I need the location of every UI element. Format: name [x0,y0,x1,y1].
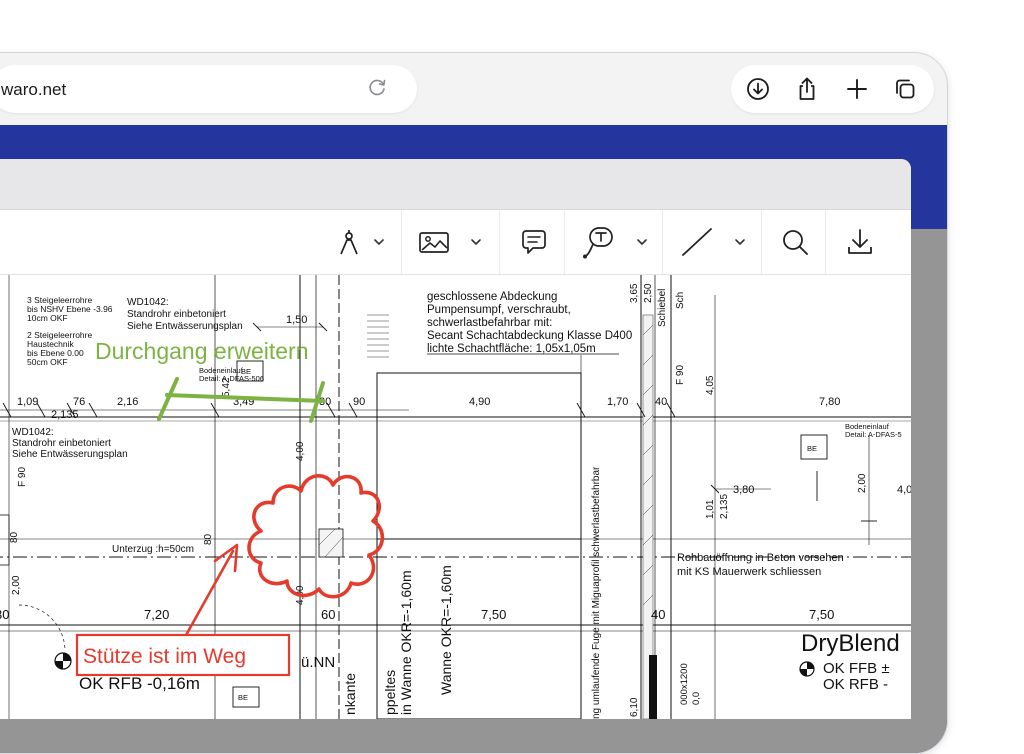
dim-1-70: 1,70 [607,396,628,408]
note-wd-left-l2: Standrohr einbetoniert [12,438,111,449]
download-icon[interactable] [744,75,772,103]
dim-30b: 30 [0,607,9,622]
dim-6-10: 6,10 [629,697,640,717]
note-doppeltes-l1: ppeltes [382,670,398,715]
note-wanne: Wanne OKR=-1,60m [438,565,454,695]
note-wd-top-l1: WD1042: [127,297,169,308]
note-rohbau-l1: Rohbauöffnung in Beton vorsehen [677,552,844,564]
note-f90-left: F 90 [17,467,28,487]
red-arrow-markup[interactable] [183,543,239,639]
chevron-down-icon[interactable] [469,226,483,258]
dim-1-01: 1,01 [705,499,716,519]
dim-7-50a: 7,50 [481,607,506,622]
level-rfb-left: OK RFB -0,16m [79,674,200,693]
dim-3-65: 3,65 [629,283,640,303]
floor-plan-svg: 3 Steigeleerrohre bis NSHV Ebene -3.96 1… [0,275,911,719]
pen-tool-icon[interactable] [335,226,363,258]
note-steigeleer-1-l3: 10cm OKF [27,313,68,323]
dim-1-09: 1,09 [17,396,38,408]
dim-5-42: 5,42 [221,377,232,397]
dim-2-50: 2,50 [643,283,654,303]
note-wd-left-l3: Siehe Entwässerungsplan [12,449,128,460]
note-rohbau-l2: mit KS Mauerwerk schliessen [677,566,821,578]
image-icon[interactable] [417,226,451,258]
dim-90: 90 [353,396,365,408]
dim-40a: 40 [655,396,667,408]
dim-2-135b: 2,135 [719,494,730,519]
cyan-label-2: 0,0 [691,692,702,705]
note-unterzug: Unterzug :h=50cm [112,544,194,555]
note-bodeneinlauf-2-l2: Detail: A-DFAS-5 [845,430,902,439]
web-content: 3 Steigeleerrohre bis NSHV Ebene -3.96 1… [0,125,947,753]
tabs-overview-icon[interactable] [891,75,919,103]
dim-60: 60 [321,607,335,622]
note-f90-mid: F 90 [675,365,686,385]
dim-4-05: 4,05 [705,375,716,395]
be-label-2: BE [241,367,251,376]
download-icon[interactable] [845,226,875,258]
note-fuge: ng umlaufende Fuge mit Miguaprofil schwe… [591,466,602,719]
chevron-down-icon[interactable] [733,226,747,258]
browser-actions [731,65,934,113]
dim-2-00: 2,00 [857,473,868,493]
dim-40b: 40 [651,607,665,622]
dim-2-16: 2,16 [117,396,138,408]
dim-7-20: 7,20 [144,607,169,622]
new-tab-plus-icon[interactable] [843,75,871,103]
note-abdeckung-l3: schwerlastbefahrbar mit: [427,317,552,329]
dim-76: 76 [73,396,85,408]
dim-1-50: 1,50 [286,314,307,326]
note-wd-top-l3: Siehe Entwässerungsplan [127,321,243,332]
chevron-down-icon[interactable] [372,226,386,258]
annotation-red-label[interactable]: Stütze ist im Weg [83,645,246,668]
dim-4-0: 4,0 [897,484,911,496]
note-steigeleer-2-l4: 50cm OKF [27,357,68,367]
annotation-toolbar [0,210,911,275]
note-abdeckung-l1: geschlossene Abdeckung [427,291,557,303]
note-schiebe: Schiebel [657,289,668,327]
level-ffb: OK FFB ± [823,660,890,677]
dim-80: 80 [9,531,20,543]
note-doppeltes-l2: in Wanne OKR=-1,60m [398,570,414,715]
address-bar[interactable]: waro.net [0,65,417,113]
line-tool-icon[interactable] [679,226,715,258]
note-kante: nkante [342,673,358,715]
text-box-icon[interactable] [581,226,615,259]
annotation-green-label[interactable]: Durchgang erweitern [95,338,309,364]
share-icon[interactable] [793,75,821,103]
chevron-down-icon[interactable] [635,226,649,258]
be-label-3: BE [238,693,248,702]
browser-window: waro.net 3 Steigeleerrohre bis NSHV Eben… [0,52,948,754]
dim-2-135: 2,135 [51,409,79,421]
cyan-label-1: 000x1200 [679,663,690,705]
reload-icon[interactable] [365,75,389,99]
note-abdeckung-l2: Pumpensumpf, verschraubt, [427,304,571,316]
floor-plan-drawing[interactable]: 3 Steigeleerrohre bis NSHV Ebene -3.96 1… [0,275,911,719]
level-rfb-right: OK RFB - [823,676,888,693]
note-abdeckung-l5: lichte Schachtfläche: 1,05x1,05m [427,343,596,355]
dim-4-90: 4,90 [469,396,490,408]
dim-3-80: 3,80 [733,484,754,496]
note-abdeckung-l4: Secant Schachtabdeckung Klasse D400 [427,330,632,342]
dim-2-00b: 2,00 [11,575,22,595]
search-icon[interactable] [780,226,810,258]
dim-7-80: 7,80 [819,396,840,408]
note-wd-left-l1: WD1042: [12,427,54,438]
viewer-header [0,159,911,210]
note-sch: Sch [675,292,686,309]
dim-7-50b: 7,50 [809,607,834,622]
comment-icon[interactable] [519,226,549,258]
dim-80b: 80 [203,533,214,545]
be-label-1: BE [807,444,817,453]
note-wd-top-l2: Standrohr einbetoniert [127,309,226,320]
level-nn: ü.NN [301,654,335,671]
pdf-viewer: 3 Steigeleerrohre bis NSHV Ebene -3.96 1… [0,159,911,719]
dim-4-00a: 4,00 [295,441,306,461]
room-label-dryblend: DryBlend [801,630,900,657]
url-text: waro.net [1,80,67,99]
